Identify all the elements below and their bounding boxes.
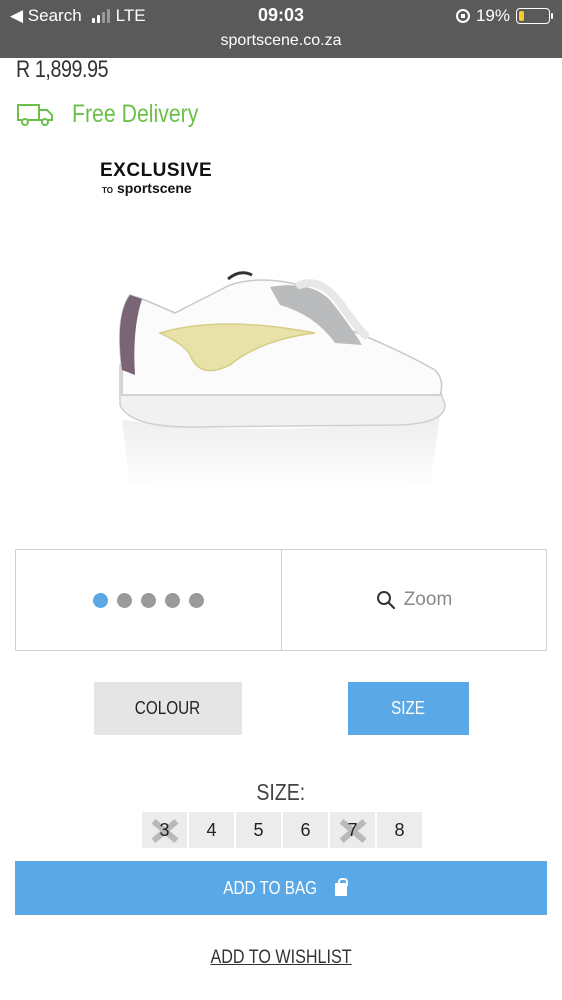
image-carousel-dots <box>16 550 282 650</box>
product-image[interactable] <box>100 255 460 495</box>
free-delivery-banner: Free Delivery <box>16 100 221 129</box>
size-option-label: 5 <box>253 819 264 840</box>
shopping-bag-icon <box>335 877 349 896</box>
carousel-dot[interactable] <box>93 592 108 608</box>
size-option-4[interactable]: 4 <box>189 812 234 848</box>
carousel-dot[interactable] <box>117 592 132 608</box>
size-tab-label: SIZE <box>391 698 426 718</box>
status-bar: ◀ Search LTE 09:03 19% sportscene.co.za <box>0 0 562 58</box>
address-bar-url[interactable]: sportscene.co.za <box>0 32 562 50</box>
add-to-bag-button[interactable]: ADD TO BAG <box>15 861 547 915</box>
carousel-dot[interactable] <box>165 592 180 608</box>
add-to-wishlist-label: ADD TO WISHLIST <box>210 947 352 968</box>
add-to-bag-label: ADD TO BAG <box>223 877 317 898</box>
search-icon <box>376 591 395 610</box>
exclusive-brand: sportscene <box>116 180 192 196</box>
carousel-dot[interactable] <box>141 592 156 608</box>
battery-icon <box>516 8 553 24</box>
exclusive-badge: EXCLUSIVE TO sportscene <box>100 160 212 196</box>
add-to-wishlist-link[interactable]: ADD TO WISHLIST <box>0 947 562 969</box>
colour-tab-button[interactable]: COLOUR <box>94 682 242 735</box>
delivery-truck-icon <box>17 103 53 126</box>
size-option-label: 4 <box>206 819 217 840</box>
size-tab-button[interactable]: SIZE <box>348 682 469 735</box>
status-right: 19% <box>455 6 553 26</box>
size-option-label: 6 <box>300 819 311 840</box>
size-option-8[interactable]: 8 <box>377 812 422 848</box>
free-delivery-label: Free Delivery <box>72 100 199 128</box>
colour-tab-label: COLOUR <box>135 698 201 718</box>
size-option-7: 7 <box>330 812 375 848</box>
size-options: 3 4 5 6 7 8 <box>142 812 422 848</box>
size-option-label: 8 <box>394 819 405 840</box>
size-heading-label: SIZE: <box>256 779 306 805</box>
battery-percent: 19% <box>475 6 510 25</box>
gallery-panel: Zoom <box>15 549 547 651</box>
exclusive-to: TO <box>102 186 113 195</box>
size-option-3: 3 <box>142 812 187 848</box>
size-option-5[interactable]: 5 <box>236 812 281 848</box>
exclusive-title: EXCLUSIVE <box>100 160 213 181</box>
size-option-label: 3 <box>159 819 170 840</box>
orientation-lock-icon <box>455 9 470 23</box>
size-option-label: 7 <box>347 819 358 840</box>
carousel-dot[interactable] <box>189 592 204 608</box>
product-price: R 1,899.95 <box>16 56 109 83</box>
size-heading: SIZE: <box>0 779 562 806</box>
size-option-6[interactable]: 6 <box>283 812 328 848</box>
zoom-button[interactable]: Zoom <box>282 550 546 650</box>
zoom-label: Zoom <box>403 589 453 610</box>
